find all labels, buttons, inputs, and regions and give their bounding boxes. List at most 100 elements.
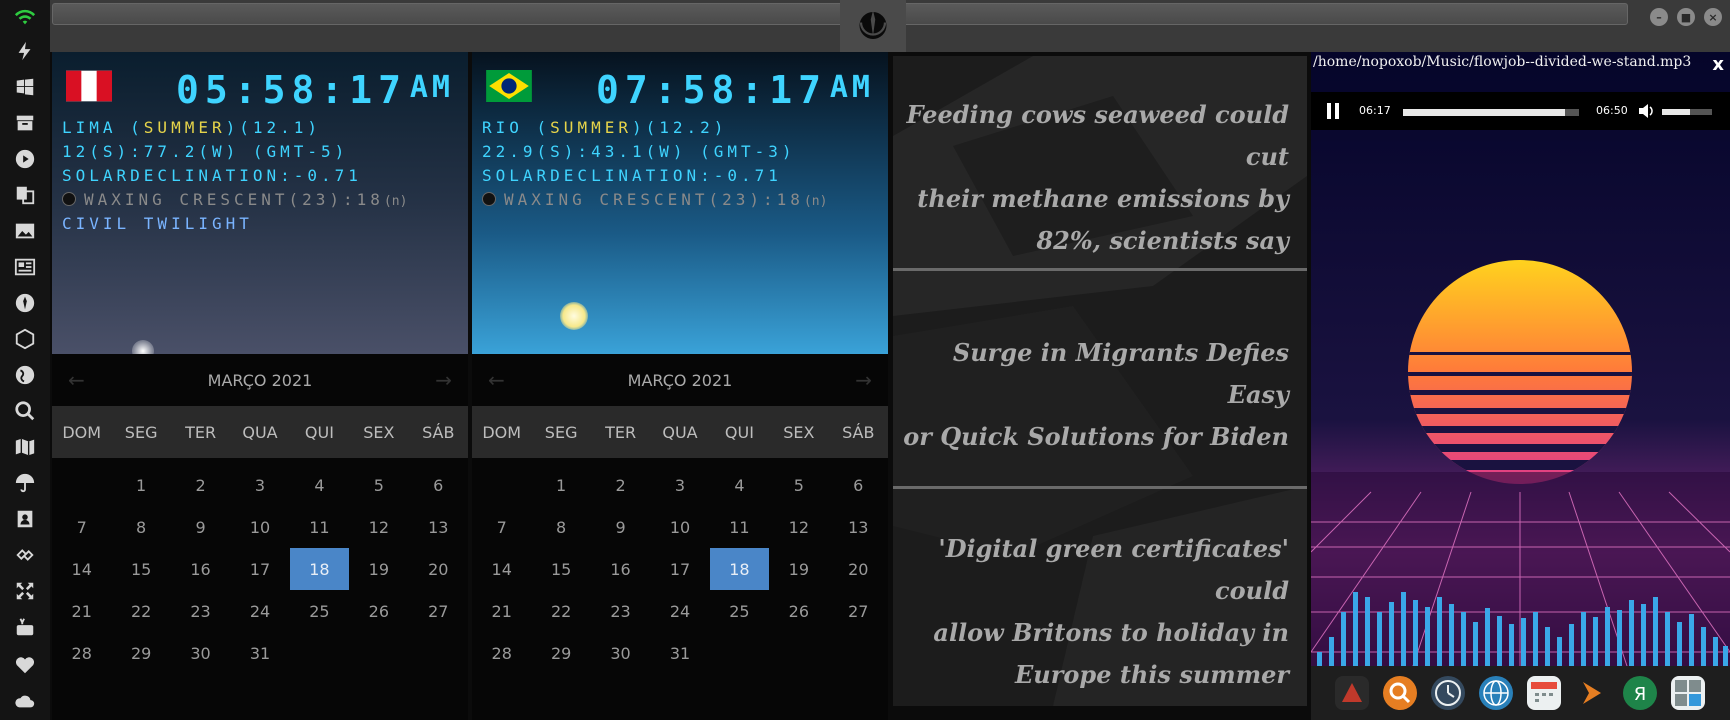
calendar-day[interactable]: 22 <box>531 590 590 632</box>
volume-slider[interactable] <box>1662 109 1712 115</box>
app-launcher-icon[interactable] <box>1335 676 1369 710</box>
calendar-day[interactable]: 12 <box>349 506 408 548</box>
rebel-logo-tab[interactable] <box>840 0 906 52</box>
news-icon[interactable] <box>12 254 38 280</box>
calendar-day[interactable]: 1 <box>531 464 590 506</box>
calendar-day[interactable]: 31 <box>230 632 289 674</box>
contacts-icon[interactable] <box>12 506 38 532</box>
calculator-icon[interactable] <box>1671 676 1705 710</box>
calendar-day[interactable]: 19 <box>769 548 828 590</box>
calendar-day[interactable]: 26 <box>349 590 408 632</box>
calendar-day[interactable]: 27 <box>829 590 888 632</box>
maximize-button[interactable]: ■ <box>1677 8 1695 26</box>
calendar-day[interactable]: 20 <box>409 548 468 590</box>
calendar-day[interactable]: 15 <box>111 548 170 590</box>
calendar-day[interactable]: 23 <box>591 590 650 632</box>
player-close-button[interactable]: x <box>1712 54 1724 75</box>
wifi-icon[interactable] <box>12 4 38 30</box>
calendar-day[interactable]: 16 <box>591 548 650 590</box>
calendar-day[interactable]: 29 <box>531 632 590 674</box>
windows-icon[interactable] <box>12 74 38 100</box>
calendar-day[interactable]: 7 <box>472 506 531 548</box>
magnifier-icon[interactable] <box>1383 676 1417 710</box>
next-month-button[interactable]: → <box>855 368 872 392</box>
youtube-icon[interactable] <box>12 614 38 640</box>
calendar-day[interactable]: 15 <box>531 548 590 590</box>
calendar-day-selected[interactable]: 18 <box>289 548 350 590</box>
volume-icon[interactable] <box>1637 102 1655 120</box>
translate-icon[interactable] <box>12 182 38 208</box>
search-icon[interactable] <box>12 398 38 424</box>
calendar-day[interactable]: 5 <box>769 464 828 506</box>
calendar-day[interactable]: 1 <box>111 464 170 506</box>
news-headline-2[interactable]: Surge in Migrants Defies Easy or Quick So… <box>893 332 1289 458</box>
calendar-day[interactable]: 3 <box>650 464 709 506</box>
calendar-day[interactable]: 2 <box>591 464 650 506</box>
globe-icon[interactable] <box>12 362 38 388</box>
cloud-icon[interactable] <box>12 688 38 714</box>
calendar-day[interactable]: 26 <box>769 590 828 632</box>
calendar-day[interactable]: 24 <box>650 590 709 632</box>
calendar-day[interactable]: 8 <box>111 506 170 548</box>
rebel-icon[interactable] <box>12 290 38 316</box>
calendar-day[interactable]: 6 <box>409 464 468 506</box>
calendar-day[interactable]: 14 <box>52 548 111 590</box>
calendar-day[interactable]: 6 <box>829 464 888 506</box>
minimize-button[interactable]: – <box>1650 8 1668 26</box>
link-icon[interactable] <box>12 542 38 568</box>
hexagon-icon[interactable] <box>12 326 38 352</box>
calendar-day[interactable]: 4 <box>290 464 349 506</box>
umbrella-icon[interactable] <box>12 470 38 496</box>
terminal-arrow-icon[interactable] <box>1575 676 1609 710</box>
calendar-day[interactable]: 4 <box>710 464 769 506</box>
calendar-day[interactable]: 24 <box>230 590 289 632</box>
calendar-day[interactable]: 10 <box>230 506 289 548</box>
news-headline-1[interactable]: Feeding cows seaweed could cut their meth… <box>893 94 1289 262</box>
clock-icon[interactable] <box>1431 676 1465 710</box>
browser-globe-icon[interactable] <box>1479 676 1513 710</box>
seek-bar[interactable] <box>1403 109 1579 116</box>
calendar-day[interactable]: 21 <box>52 590 111 632</box>
calendar-day[interactable]: 10 <box>650 506 709 548</box>
calendar-day[interactable]: 13 <box>829 506 888 548</box>
calendar-day[interactable]: 8 <box>531 506 590 548</box>
calendar-day[interactable]: 28 <box>52 632 111 674</box>
calendar-day[interactable]: 19 <box>349 548 408 590</box>
calendar-day[interactable]: 5 <box>349 464 408 506</box>
calendar-day[interactable]: 9 <box>171 506 230 548</box>
calendar-day[interactable]: 16 <box>171 548 230 590</box>
calendar-day[interactable]: 27 <box>409 590 468 632</box>
lightning-icon[interactable] <box>12 38 38 64</box>
calendar-day[interactable]: 14 <box>472 548 531 590</box>
fullscreen-icon[interactable] <box>12 578 38 604</box>
image-icon[interactable] <box>12 218 38 244</box>
prev-month-button[interactable]: ← <box>68 368 85 392</box>
calendar-day[interactable]: 31 <box>650 632 709 674</box>
calendar-day[interactable]: 28 <box>472 632 531 674</box>
calendar-day[interactable]: 3 <box>230 464 289 506</box>
pause-icon[interactable] <box>1325 102 1341 120</box>
calendar-day[interactable]: 7 <box>52 506 111 548</box>
calendar-day[interactable]: 25 <box>290 590 349 632</box>
calendar-day[interactable]: 12 <box>769 506 828 548</box>
archive-icon[interactable] <box>12 110 38 136</box>
calendar-day[interactable]: 20 <box>829 548 888 590</box>
calendar-day[interactable]: 13 <box>409 506 468 548</box>
calendar-day[interactable]: 22 <box>111 590 170 632</box>
calendar-day[interactable]: 21 <box>472 590 531 632</box>
close-window-button[interactable]: × <box>1704 8 1722 26</box>
calendar-day[interactable]: 2 <box>171 464 230 506</box>
calendar-day[interactable]: 30 <box>171 632 230 674</box>
calendar-day[interactable]: 23 <box>171 590 230 632</box>
calendar-day[interactable]: 17 <box>650 548 709 590</box>
calendar-icon[interactable] <box>1527 676 1561 710</box>
calendar-day[interactable]: 29 <box>111 632 170 674</box>
calendar-day[interactable]: 30 <box>591 632 650 674</box>
calendar-day-selected[interactable]: 18 <box>709 548 770 590</box>
calendar-day[interactable]: 11 <box>710 506 769 548</box>
next-month-button[interactable]: → <box>435 368 452 392</box>
calendar-day[interactable]: 11 <box>290 506 349 548</box>
calendar-day[interactable]: 25 <box>710 590 769 632</box>
map-icon[interactable] <box>12 434 38 460</box>
yandex-icon[interactable]: Я <box>1623 676 1657 710</box>
